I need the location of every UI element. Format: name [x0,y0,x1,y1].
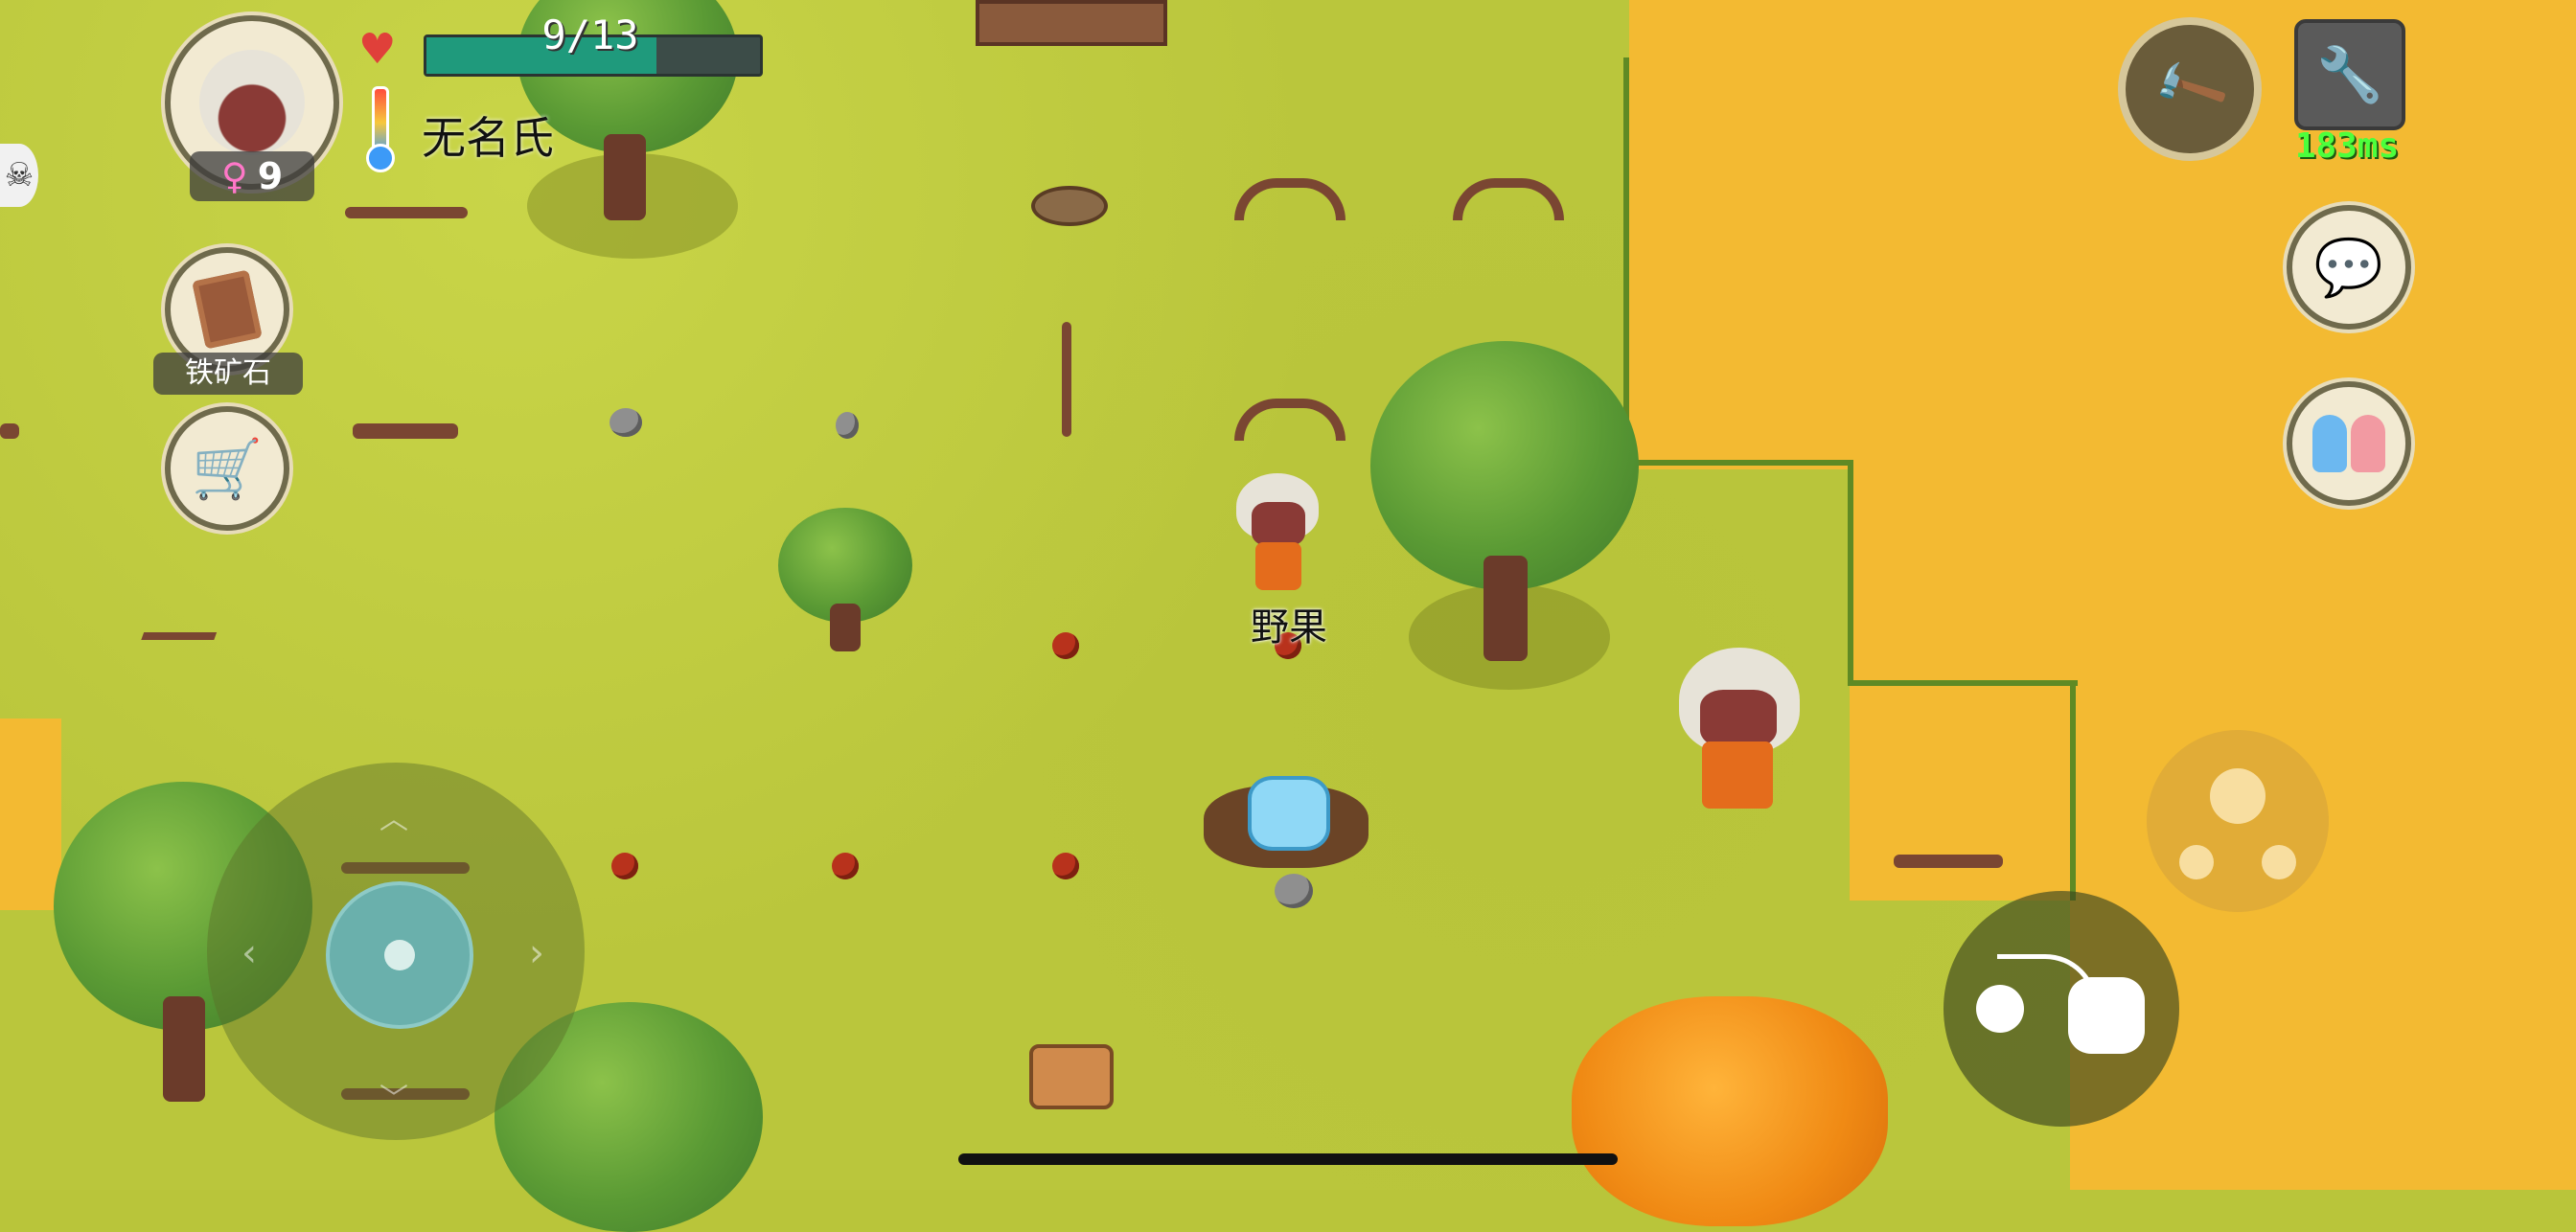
wild-berry[interactable] [832,853,859,879]
ping-label: 183ms [2294,126,2400,166]
wild-berry[interactable] [1052,853,1079,879]
social-button[interactable] [2287,381,2411,506]
wild-berry[interactable] [1052,632,1079,659]
tree-trunk [163,996,205,1102]
joystick-knob[interactable] [326,881,473,1029]
player-body [1255,542,1301,590]
home-indicator[interactable] [958,1153,1618,1165]
sand-area-top [1629,0,2576,469]
woven-basket[interactable] [1029,1044,1114,1109]
npc-body [1702,741,1773,809]
player-name: 无名氏 [422,112,554,164]
stick[interactable] [345,207,468,218]
sand-edge-line [2070,680,2076,901]
wooden-crate[interactable] [976,0,1167,46]
joystick-right-arrow: › [529,931,544,975]
npc-face [1700,690,1777,747]
hammer-icon: 🔨 [2146,46,2233,131]
sand-edge-line [1848,680,2078,686]
iron-ore-icon [192,269,263,350]
female-icon: ♀ [220,155,248,197]
emote-button[interactable] [2147,730,2329,912]
stick-standing[interactable] [1062,322,1071,437]
wrench-icon: 🔧 [2316,44,2383,106]
held-item-label: 铁矿石 [153,353,303,395]
two-people-icon [2312,415,2385,472]
nest-basket[interactable] [1031,186,1108,226]
rock[interactable] [610,408,642,437]
portrait-avatar [199,50,305,155]
thermometer-bulb [366,144,395,172]
health-text: 9/13 [541,11,639,58]
stick[interactable] [0,423,19,439]
sand-area-left [0,719,61,910]
chat-bubble-icon: 💬 [2313,234,2384,300]
branch[interactable] [1894,855,2003,868]
item-label-near-player: 野果 [1251,605,1327,650]
rock[interactable] [1275,874,1313,908]
tree-trunk [830,604,861,651]
shop-button[interactable]: 🛒 [165,406,289,531]
chat-button[interactable]: 💬 [2287,205,2411,330]
rock[interactable] [836,412,859,439]
throw-button[interactable] [1944,891,2179,1127]
joystick-left-arrow: ‹ [242,931,257,975]
age-value: 9 [257,155,284,197]
sand-edge-line [1623,57,1629,460]
virtual-joystick[interactable]: ︿ ‹ › ﹀ [207,763,585,1140]
sand-edge-line [1848,460,1853,680]
tree-canopy [1370,341,1639,590]
sand-edge-line [1623,460,1853,466]
tree-trunk [604,134,646,220]
wild-berry[interactable] [611,853,638,879]
water-crystal [1248,776,1330,851]
joystick-up-arrow: ︿ [380,803,408,836]
stick[interactable] [353,423,458,439]
settings-button[interactable]: 🔧 [2294,19,2405,130]
emote-icon [2210,768,2266,824]
player-face [1252,502,1305,546]
age-badge: ♀ 9 [190,151,314,201]
shopping-cart-icon: 🛒 [191,435,264,503]
tree-trunk [1484,556,1528,661]
autumn-tree-canopy [1572,996,1888,1226]
heart-icon: ♥ [358,25,397,74]
skull-icon: ☠ [0,144,38,207]
craft-button[interactable]: 🔨 [2118,17,2262,161]
throw-hand-icon [2068,977,2145,1054]
joystick-down-arrow: ﹀ [380,1083,408,1116]
